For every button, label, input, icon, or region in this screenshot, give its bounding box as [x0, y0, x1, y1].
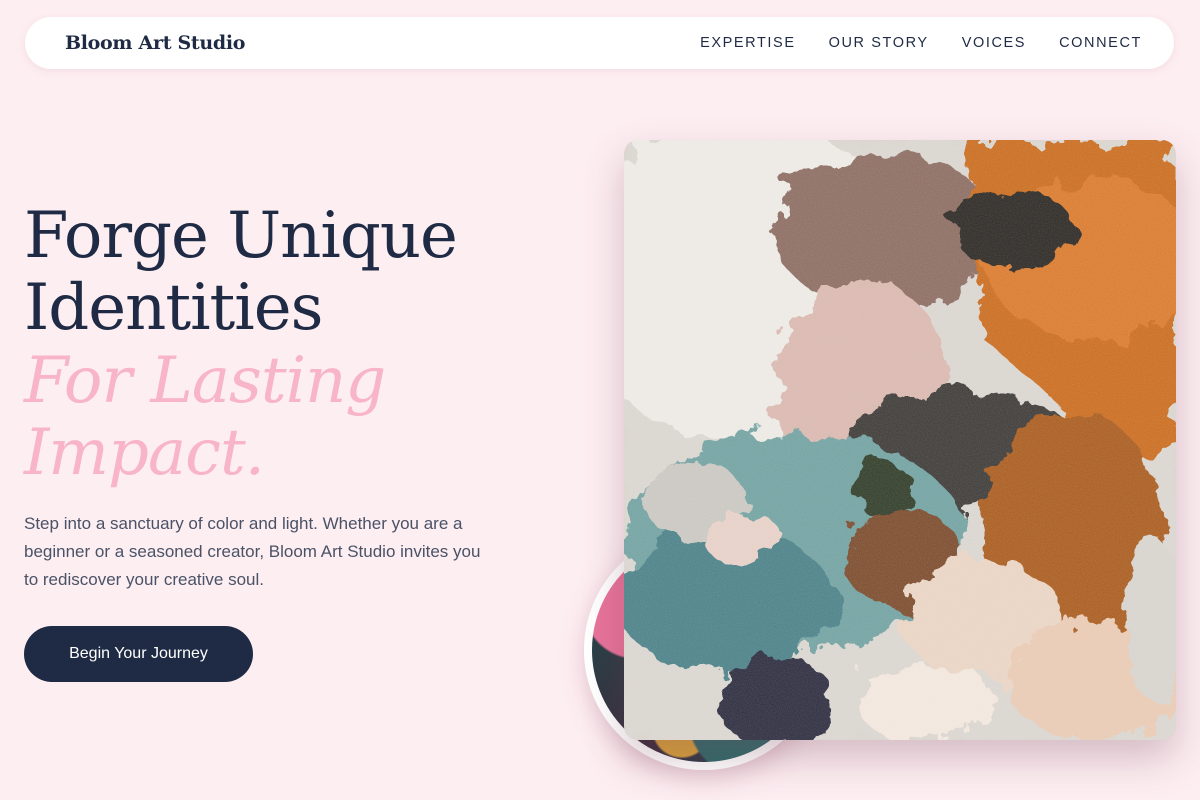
nav-link-connect[interactable]: CONNECT — [1059, 35, 1142, 51]
hero-title-line-1: Forge Unique — [24, 199, 458, 273]
nav-link-our-story[interactable]: OUR STORY — [829, 35, 929, 51]
hero-accent-line-2: Impact. — [24, 416, 265, 490]
nav-link-expertise[interactable]: EXPERTISE — [700, 35, 796, 51]
hero-description: Step into a sanctuary of color and light… — [24, 514, 481, 589]
top-navigation: Bloom Art Studio EXPERTISE OUR STORY VOI… — [25, 17, 1174, 69]
hero-painting-image — [624, 140, 1176, 740]
brand-logo[interactable]: Bloom Art Studio — [65, 32, 245, 54]
painting-texture — [624, 140, 1176, 740]
nav-link-voices[interactable]: VOICES — [962, 35, 1026, 51]
hero-title-line-2: Identities — [24, 271, 323, 345]
hero-title: Forge Unique Identities — [24, 199, 458, 345]
hero-accent-title: For Lasting Impact. — [24, 344, 386, 490]
hero-accent-line-1: For Lasting — [24, 344, 386, 418]
nav-links: EXPERTISE OUR STORY VOICES CONNECT — [700, 35, 1142, 51]
begin-journey-button[interactable]: Begin Your Journey — [24, 626, 253, 682]
